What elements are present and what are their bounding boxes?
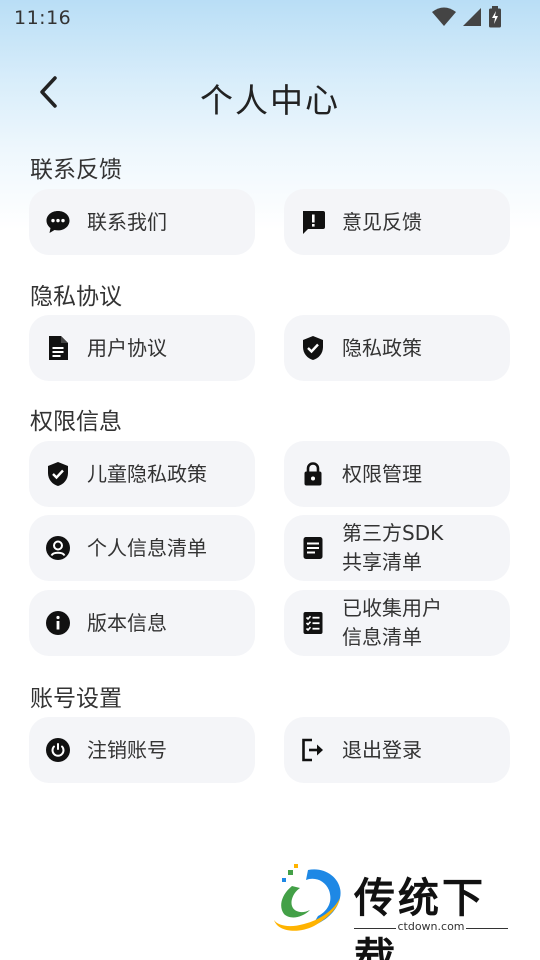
- notes-icon: [300, 535, 326, 561]
- contact-us-label: 联系我们: [87, 209, 167, 234]
- personal-info-list-label: 个人信息清单: [87, 535, 207, 560]
- battery-icon: [488, 6, 502, 32]
- delete-account-button[interactable]: 注销账号: [29, 717, 255, 783]
- third-party-sdk-button[interactable]: 第三方SDK 共享清单: [284, 515, 510, 581]
- child-privacy-policy-button[interactable]: 儿童隐私政策: [29, 441, 255, 507]
- permission-management-label: 权限管理: [342, 461, 422, 486]
- section-title-contact: 联系反馈: [30, 157, 122, 183]
- lock-icon: [300, 461, 326, 487]
- watermark-brand: 传统下载: [354, 874, 486, 960]
- contact-us-button[interactable]: 联系我们: [29, 189, 255, 255]
- logout-label: 退出登录: [342, 737, 422, 762]
- nav-bar: 个人中心: [0, 60, 540, 130]
- feedback-icon: [300, 209, 326, 235]
- status-time: 11:16: [14, 7, 72, 29]
- shield-check-icon: [300, 335, 326, 361]
- collected-user-info-label-line2: 信息清单: [342, 625, 422, 649]
- collected-user-info-button[interactable]: 已收集用户 信息清单: [284, 590, 510, 656]
- personal-info-list-button[interactable]: 个人信息清单: [29, 515, 255, 581]
- logout-icon: [300, 737, 326, 763]
- checklist-icon: [300, 610, 326, 636]
- collected-user-info-label: 已收集用户 信息清单: [342, 594, 442, 652]
- power-icon: [45, 737, 71, 763]
- section-title-permissions: 权限信息: [30, 409, 122, 435]
- collected-user-info-label-line1: 已收集用户: [342, 596, 442, 620]
- document-icon: [45, 335, 71, 361]
- user-agreement-label: 用户协议: [87, 335, 167, 360]
- version-info-label: 版本信息: [87, 610, 167, 635]
- child-privacy-policy-label: 儿童隐私政策: [87, 461, 207, 486]
- person-icon: [45, 535, 71, 561]
- status-icons: [432, 6, 502, 32]
- delete-account-label: 注销账号: [87, 737, 167, 762]
- user-agreement-button[interactable]: 用户协议: [29, 315, 255, 381]
- third-party-sdk-label-line1: 第三方SDK: [342, 521, 444, 545]
- info-icon: [45, 610, 71, 636]
- watermark-url: ctdown.com: [397, 920, 465, 933]
- page-title: 个人中心: [200, 81, 340, 120]
- feedback-label: 意见反馈: [342, 209, 422, 234]
- logout-button[interactable]: 退出登录: [284, 717, 510, 783]
- watermark-logo-mark: [274, 864, 341, 931]
- status-bar: 11:16: [0, 0, 540, 36]
- privacy-policy-label: 隐私政策: [342, 335, 422, 360]
- watermark-logo: 传统下载 ctdown.com: [268, 862, 518, 960]
- third-party-sdk-label: 第三方SDK 共享清单: [342, 519, 443, 577]
- wifi-icon: [432, 7, 456, 31]
- permission-management-button[interactable]: 权限管理: [284, 441, 510, 507]
- chat-icon: [45, 209, 71, 235]
- signal-icon: [462, 7, 482, 31]
- third-party-sdk-label-line2: 共享清单: [342, 550, 422, 574]
- shield-check-icon: [45, 461, 71, 487]
- privacy-policy-button[interactable]: 隐私政策: [284, 315, 510, 381]
- section-title-privacy: 隐私协议: [30, 284, 122, 310]
- section-title-account: 账号设置: [30, 686, 122, 712]
- watermark-divider-right: [466, 928, 508, 929]
- version-info-button[interactable]: 版本信息: [29, 590, 255, 656]
- feedback-button[interactable]: 意见反馈: [284, 189, 510, 255]
